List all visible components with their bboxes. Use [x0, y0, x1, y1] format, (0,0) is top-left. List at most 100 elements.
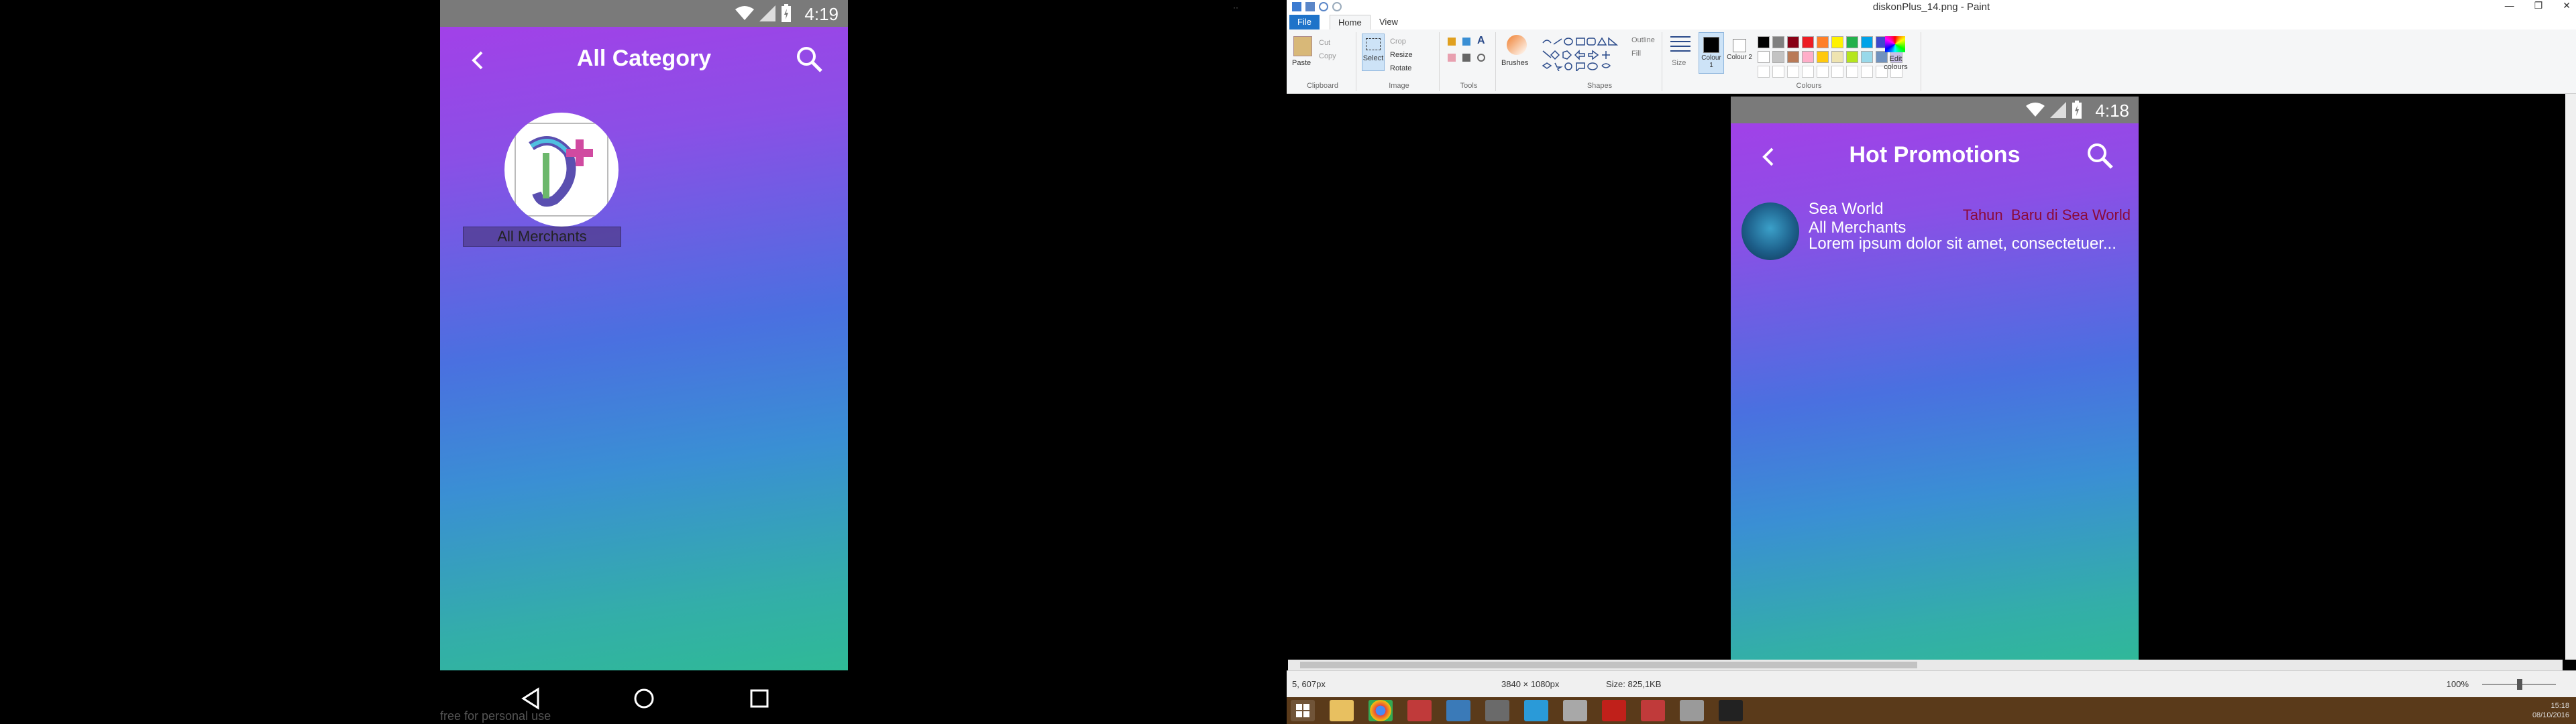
- pencil-icon[interactable]: [1448, 38, 1456, 46]
- brushes-label: Brushes: [1501, 59, 1529, 67]
- app-icon-3[interactable]: [1485, 700, 1509, 721]
- fill-button[interactable]: Fill: [1631, 50, 1641, 58]
- colour-swatch-empty[interactable]: [1787, 66, 1799, 78]
- colour-swatch[interactable]: [1831, 51, 1843, 63]
- edit-colours-icon[interactable]: [1885, 36, 1905, 52]
- colour-2-swatch: [1733, 39, 1746, 52]
- back-icon[interactable]: [518, 685, 545, 712]
- app-icon-1[interactable]: [1407, 700, 1432, 721]
- colour-swatch[interactable]: [1831, 36, 1843, 48]
- sea-world-logo: [1741, 202, 1799, 260]
- shapes-group-label: Shapes: [1587, 82, 1613, 90]
- diskon-plus-logo-icon: [515, 123, 608, 217]
- fill-icon[interactable]: [1462, 38, 1470, 46]
- size-group[interactable]: Size: [1665, 32, 1696, 91]
- promotion-description: Lorem ipsum dolor sit amet, consectetuer…: [1809, 235, 2116, 253]
- colour-swatch-empty[interactable]: [1772, 66, 1784, 78]
- brushes-group[interactable]: Brushes: [1499, 32, 1536, 91]
- edit-colours-button[interactable]: Edit colours: [1882, 55, 1909, 71]
- wifi-icon: [735, 6, 754, 20]
- system-clock[interactable]: 15:18 08/10/2016: [2532, 701, 2569, 720]
- colour-1-swatch: [1703, 37, 1719, 53]
- tab-home[interactable]: Home: [1330, 15, 1371, 29]
- select-tool[interactable]: Select: [1362, 34, 1385, 71]
- colour-1-selector[interactable]: Colour 1: [1699, 32, 1724, 74]
- minimize-icon[interactable]: —: [2505, 0, 2514, 11]
- filezilla-icon[interactable]: [1602, 700, 1626, 721]
- colour-swatch-empty[interactable]: [1831, 66, 1843, 78]
- file-explorer-icon[interactable]: [1330, 700, 1354, 721]
- command-prompt-icon[interactable]: [1719, 700, 1743, 721]
- skype-icon[interactable]: [1524, 700, 1548, 721]
- eraser-icon[interactable]: [1448, 54, 1456, 62]
- canvas-area[interactable]: 4:18 Hot Promotions Sea World All Mercha…: [1287, 94, 2576, 673]
- tab-view[interactable]: View: [1371, 15, 1406, 29]
- title-bar: diskonPlus_14.png - Paint — ❐ ✕: [1287, 0, 2576, 15]
- colour-swatch-empty[interactable]: [1861, 66, 1873, 78]
- paste-button[interactable]: Paste: [1292, 59, 1311, 67]
- resize-button[interactable]: Resize: [1390, 51, 1413, 59]
- paint-taskbar-icon[interactable]: [1680, 700, 1704, 721]
- app-icon-2[interactable]: [1446, 700, 1470, 721]
- search-icon[interactable]: [794, 44, 824, 74]
- vertical-scrollbar[interactable]: [2565, 94, 2576, 660]
- colour-swatch[interactable]: [1772, 51, 1784, 63]
- crop-button[interactable]: Crop: [1390, 38, 1406, 46]
- colour-swatch[interactable]: [1846, 51, 1858, 63]
- battery-icon: [2072, 101, 2082, 119]
- paste-icon[interactable]: [1293, 36, 1312, 56]
- colour-swatch-empty[interactable]: [1802, 66, 1814, 78]
- colour-swatch[interactable]: [1802, 36, 1814, 48]
- tools-group-label: Tools: [1460, 82, 1478, 90]
- recents-icon[interactable]: [746, 685, 773, 712]
- image-dimensions: 3840 × 1080px: [1501, 679, 1560, 689]
- app-icon-5[interactable]: [1641, 700, 1665, 721]
- colour-swatch-empty[interactable]: [1758, 66, 1770, 78]
- colour-swatch[interactable]: [1787, 51, 1799, 63]
- colour-swatch-empty[interactable]: [1817, 66, 1829, 78]
- start-button[interactable]: [1291, 700, 1315, 721]
- colour-picker-icon[interactable]: [1462, 54, 1470, 62]
- copy-button[interactable]: Copy: [1319, 52, 1336, 60]
- category-logo: [504, 113, 619, 227]
- clipboard-group-label: Clipboard: [1306, 82, 1339, 90]
- category-tile-all-merchants[interactable]: All Merchants: [463, 113, 624, 247]
- canvas-image[interactable]: 4:18 Hot Promotions Sea World All Mercha…: [1731, 97, 2139, 673]
- colour-swatch[interactable]: [1758, 36, 1770, 48]
- colour-swatch[interactable]: [1817, 36, 1829, 48]
- scroll-thumb[interactable]: [1300, 662, 1917, 668]
- magnifier-icon[interactable]: [1477, 54, 1485, 62]
- colour-swatch[interactable]: [1758, 51, 1770, 63]
- colour-swatch[interactable]: [1817, 51, 1829, 63]
- colour-2-selector[interactable]: Colour 2: [1727, 32, 1752, 74]
- zoom-slider-handle[interactable]: [2517, 679, 2522, 690]
- home-icon[interactable]: [631, 685, 657, 712]
- signal-icon: [2050, 102, 2066, 118]
- tab-file[interactable]: File: [1289, 15, 1320, 29]
- chrome-icon[interactable]: [1368, 700, 1393, 721]
- size-label: Size: [1672, 59, 1686, 67]
- cut-button[interactable]: Cut: [1319, 39, 1330, 47]
- close-icon[interactable]: ✕: [2563, 0, 2571, 11]
- text-icon[interactable]: A: [1477, 35, 1485, 47]
- colour-swatch[interactable]: [1787, 36, 1799, 48]
- colour-swatch[interactable]: [1802, 51, 1814, 63]
- colour-swatch[interactable]: [1846, 36, 1858, 48]
- outline-button[interactable]: Outline: [1631, 36, 1655, 44]
- colour-swatch-empty[interactable]: [1846, 66, 1858, 78]
- app-bar: All Category: [440, 27, 848, 94]
- maximize-icon[interactable]: ❐: [2534, 0, 2543, 11]
- ribbon: Paste Cut Copy Clipboard Select Crop Res…: [1287, 29, 2576, 94]
- horizontal-scrollbar[interactable]: [1288, 660, 2563, 670]
- colour-swatch[interactable]: [1861, 36, 1873, 48]
- rotate-button[interactable]: Rotate: [1390, 64, 1411, 72]
- image-group: Select Crop Resize Rotate Image: [1359, 32, 1440, 91]
- inner-status-bar: 4:18: [1731, 97, 2139, 123]
- app-icon-4[interactable]: [1563, 700, 1587, 721]
- colour-swatch[interactable]: [1861, 51, 1873, 63]
- colour-swatch[interactable]: [1772, 36, 1784, 48]
- shapes-gallery[interactable]: [1542, 36, 1629, 71]
- brushes-icon: [1507, 35, 1527, 55]
- window-title: diskonPlus_14.png - Paint: [1872, 1, 1990, 13]
- image-group-label: Image: [1389, 82, 1409, 90]
